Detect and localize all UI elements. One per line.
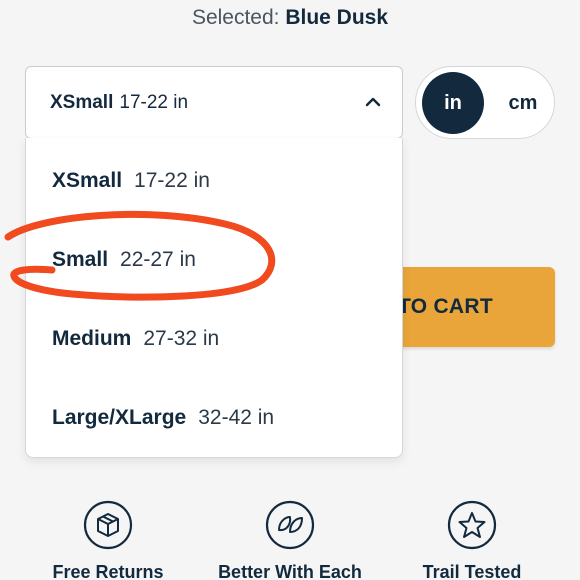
size-option-medium[interactable]: Medium 27-32 in xyxy=(52,319,219,359)
size-option-name: Large/XLarge xyxy=(52,406,187,429)
size-option-name: XSmall xyxy=(52,169,123,192)
size-select-current-size: XSmall xyxy=(50,91,114,113)
unit-option-cm[interactable]: cm xyxy=(496,72,550,134)
size-option-name: Medium xyxy=(52,327,132,350)
size-select[interactable]: XSmall 17-22 in xyxy=(25,66,403,139)
size-option-xsmall[interactable]: XSmall 17-22 in xyxy=(52,161,210,201)
feature-free-returns: Free Returns xyxy=(28,500,188,580)
add-to-cart-button[interactable]: TO CART xyxy=(380,267,555,347)
star-icon xyxy=(447,500,497,550)
box-icon xyxy=(83,500,133,550)
size-dropdown-list: XSmall 17-22 in Small 22-27 in Medium 27… xyxy=(25,138,403,458)
size-option-small[interactable]: Small 22-27 in xyxy=(52,240,196,280)
feature-label: Better With Each xyxy=(218,562,362,580)
unit-toggle: in cm xyxy=(415,66,555,139)
size-option-name: Small xyxy=(52,248,109,271)
size-option-range: 17-22 in xyxy=(134,169,210,192)
size-option-range: 27-32 in xyxy=(143,327,220,350)
size-select-current-range: 17-22 in xyxy=(119,91,189,113)
leaf-icon xyxy=(265,500,315,550)
size-option-large-xlarge[interactable]: Large/XLarge 32-42 in xyxy=(52,398,274,438)
chevron-up-icon xyxy=(365,97,381,107)
selected-label: Selected: xyxy=(191,6,280,29)
feature-label: Free Returns xyxy=(52,562,164,580)
size-option-range: 22-27 in xyxy=(120,248,196,271)
feature-label: Trail Tested xyxy=(422,562,522,580)
size-option-range: 32-42 in xyxy=(198,406,275,429)
selected-color-value: Blue Dusk xyxy=(285,6,389,29)
feature-better-with-each: Better With Each xyxy=(210,500,370,580)
selected-color-line: Selected: Blue Dusk xyxy=(0,6,580,30)
add-to-cart-label: TO CART xyxy=(397,295,493,318)
unit-option-in[interactable]: in xyxy=(422,72,484,134)
feature-trail-tested: Trail Tested xyxy=(392,500,552,580)
